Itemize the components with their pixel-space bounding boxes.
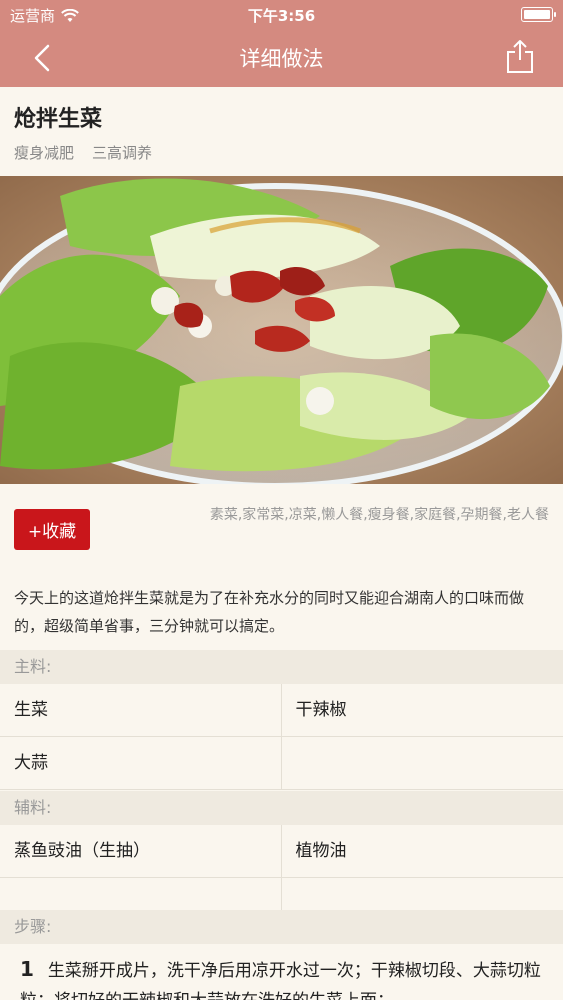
aux-ingredients-header: 辅料:: [0, 791, 563, 825]
ingredient-row: 生菜 干辣椒: [0, 684, 563, 737]
recipe-tags: 瘦身减肥 三高调养: [14, 142, 152, 163]
step-item: 1生菜掰开成片，洗干净后用凉开水过一次；干辣椒切段、大蒜切粒粒；将切好的干辣椒和…: [0, 944, 563, 1000]
step-number: 1: [20, 957, 34, 981]
nav-bar: 详细做法: [0, 30, 563, 87]
recipe-photo: [0, 176, 563, 484]
collect-row: +收藏 素菜,家常菜,凉菜,懒人餐,瘦身餐,家庭餐,孕期餐,老人餐: [0, 484, 563, 568]
recipe-tag: 瘦身减肥: [14, 144, 75, 162]
ingredient-cell: 大蒜: [0, 737, 282, 789]
ingredient-cell: 植物油: [295, 841, 347, 861]
ingredient-cell: 生菜: [0, 684, 282, 736]
main-ingredients-table: 生菜 干辣椒 大蒜: [0, 684, 563, 790]
ingredient-cell: 干辣椒: [295, 700, 347, 720]
status-bar: 运营商 下午3:56: [0, 0, 563, 30]
recipe-intro: 今天上的这道炝拌生菜就是为了在补充水分的同时又能迎合湖南人的口味而做的，超级简单…: [14, 589, 525, 635]
collect-button[interactable]: +收藏: [14, 509, 90, 550]
main-ingredients-header: 主料:: [0, 650, 563, 684]
recipe-name: 炝拌生菜: [14, 107, 103, 132]
recipe-categories: 素菜,家常菜,凉菜,懒人餐,瘦身餐,家庭餐,孕期餐,老人餐: [209, 507, 549, 523]
share-icon[interactable]: [505, 38, 535, 76]
battery-icon: [521, 7, 556, 22]
step-text: 生菜掰开成片，洗干净后用凉开水过一次；干辣椒切段、大蒜切粒粒；将切好的干辣椒和大…: [20, 961, 541, 1000]
status-time: 下午3:56: [247, 7, 316, 25]
ingredient-cell: [282, 737, 563, 789]
ingredient-row: 大蒜: [0, 737, 563, 790]
recipe-tag: 三高调养: [92, 144, 153, 162]
page-title: 详细做法: [239, 47, 324, 71]
steps-header: 步骤:: [0, 910, 563, 944]
ingredient-row: 蒸鱼豉油（生抽） 植物油: [0, 825, 563, 878]
recipe-header: 炝拌生菜 瘦身减肥 三高调养: [0, 87, 563, 176]
ingredient-cell: 蒸鱼豉油（生抽）: [0, 825, 282, 877]
